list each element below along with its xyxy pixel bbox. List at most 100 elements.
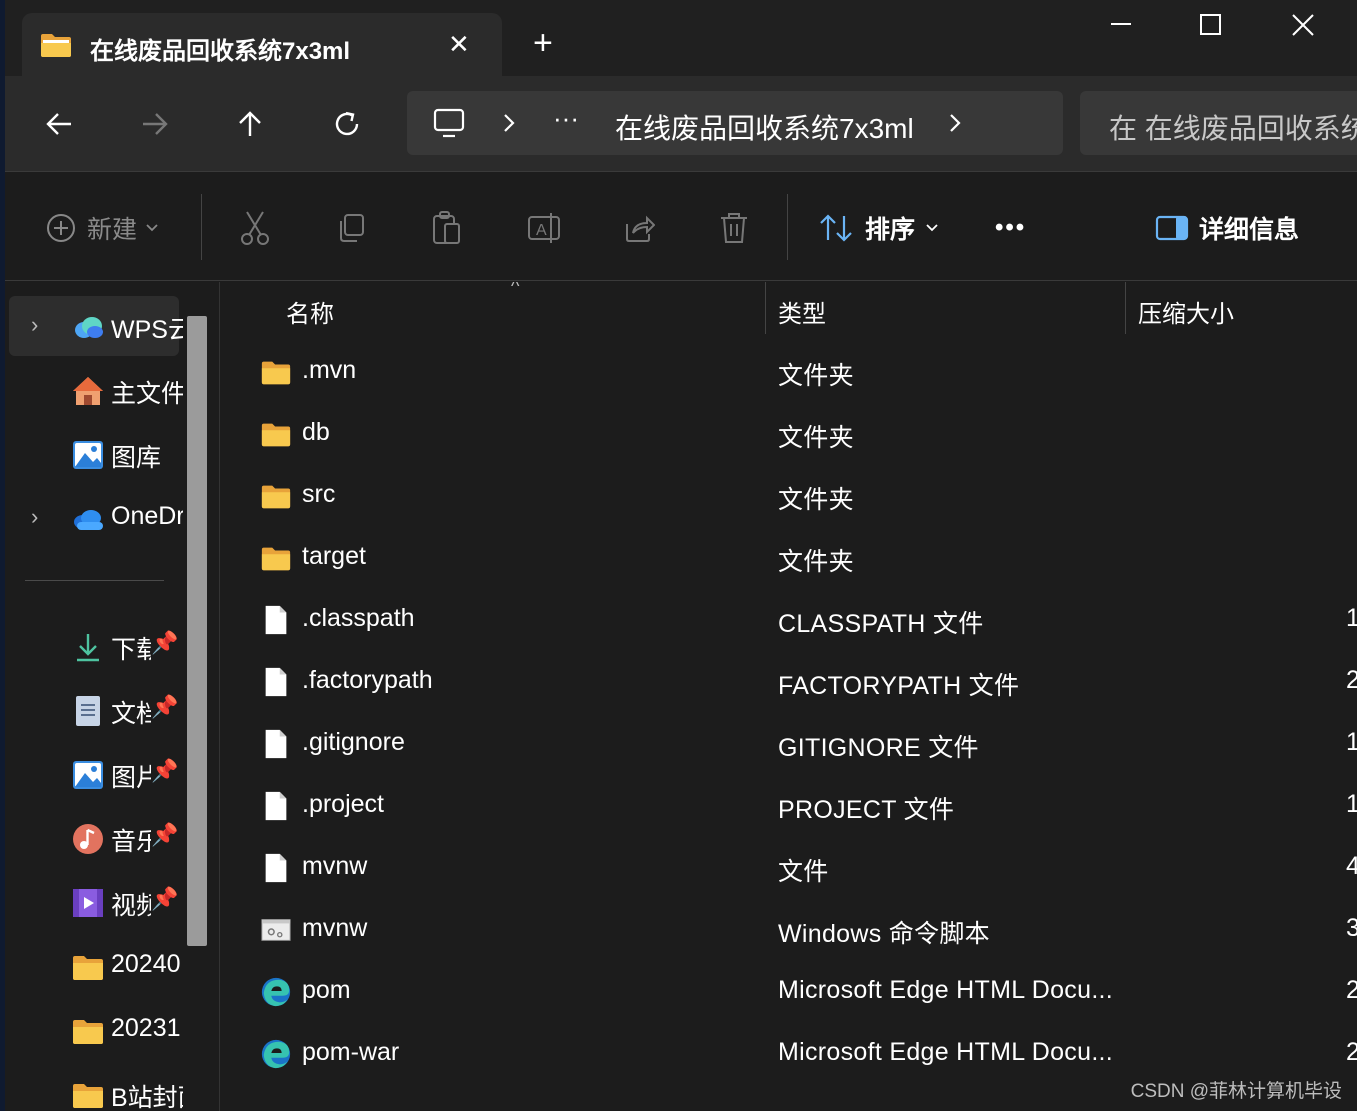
sidebar-item-onedrive[interactable]: › OneDrive	[9, 488, 183, 548]
cmd-script-icon	[260, 914, 292, 946]
file-row[interactable]: src 文件夹	[220, 466, 1357, 528]
file-name: .project	[302, 790, 384, 818]
file-type: FACTORYPATH 文件	[778, 672, 1020, 700]
breadcrumb-more-button[interactable]: ···	[553, 103, 579, 134]
forward-button[interactable]	[135, 104, 175, 144]
sort-button[interactable]: 排序	[819, 206, 939, 250]
file-row[interactable]: mvnw Windows 命令脚本 3	[220, 900, 1357, 962]
sidebar-item-videos[interactable]: 视频 📌	[9, 872, 179, 932]
column-separator[interactable]	[765, 282, 766, 334]
file-size: 4	[1346, 852, 1357, 881]
file-name: mvnw	[302, 852, 368, 880]
navigation-pane: › WPS云盘 主文件夹 图库 › OneDrive 下载 📌 文档 📌	[5, 282, 217, 1111]
arrow-left-icon	[46, 113, 71, 135]
new-button[interactable]: 新建	[45, 206, 159, 250]
music-icon	[73, 824, 103, 854]
file-type: 文件夹	[778, 362, 854, 390]
sidebar-item-label: 视频	[111, 892, 151, 920]
refresh-button[interactable]	[327, 104, 367, 144]
plus-circle-icon	[47, 214, 75, 242]
file-name: pom	[302, 976, 351, 1004]
address-bar[interactable]: ··· 在线废品回收系统7x3ml	[407, 91, 1063, 155]
cut-button[interactable]	[239, 206, 271, 250]
column-header-type[interactable]: 类型	[778, 294, 826, 346]
file-row[interactable]: pom Microsoft Edge HTML Docu... 2	[220, 962, 1357, 1024]
separator	[201, 194, 202, 260]
watermark: CSDN @菲林计算机毕设	[1130, 1081, 1342, 1102]
explorer-window: 在线废品回收系统7x3ml ✕ + ··· 在线废品回收系统7x3ml 在 在线…	[5, 0, 1357, 1111]
this-pc-icon[interactable]	[433, 107, 465, 139]
file-type: 文件夹	[778, 548, 854, 576]
paste-button[interactable]	[431, 206, 463, 250]
file-row[interactable]: .mvn 文件夹	[220, 342, 1357, 404]
file-row[interactable]: .gitignore GITIGNORE 文件 1	[220, 714, 1357, 776]
breadcrumb-current[interactable]: 在线废品回收系统7x3ml	[615, 107, 914, 147]
file-icon	[260, 790, 292, 822]
sidebar-item-label: 图库	[111, 444, 162, 472]
close-tab-icon[interactable]: ✕	[448, 29, 470, 60]
search-box[interactable]: 在 在线废品回收系统7x3ml 中搜索	[1080, 91, 1357, 155]
sort-ascending-icon: ^	[511, 282, 520, 296]
arrow-up-icon	[239, 111, 261, 136]
sidebar-item-gallery[interactable]: 图库	[9, 424, 179, 484]
tab-title: 在线废品回收系统7x3ml	[90, 38, 351, 65]
file-row[interactable]: mvnw 文件 4	[220, 838, 1357, 900]
more-options-button[interactable]: •••	[995, 206, 1026, 250]
column-header-size[interactable]: 压缩大小	[1138, 294, 1234, 346]
file-row[interactable]: .project PROJECT 文件 1	[220, 776, 1357, 838]
sidebar-item-label: B站封面	[111, 1084, 183, 1111]
details-label: 详细信息	[1199, 216, 1300, 244]
column-header-name[interactable]: 名称	[286, 294, 334, 346]
sidebar-item-home[interactable]: 主文件夹	[9, 360, 183, 420]
rename-button[interactable]: A	[527, 206, 561, 250]
file-size: 3	[1346, 914, 1357, 943]
pin-icon: 📌	[151, 758, 179, 783]
sidebar-item-documents[interactable]: 文档 📌	[9, 680, 179, 740]
sidebar-item-folder-bilibili[interactable]: B站封面	[9, 1064, 183, 1111]
chevron-down-icon	[146, 224, 158, 232]
share-button[interactable]	[623, 206, 655, 250]
separator	[787, 194, 788, 260]
title-bar: 在线废品回收系统7x3ml ✕ +	[5, 0, 1357, 76]
details-pane-button[interactable]: 详细信息	[1155, 206, 1299, 250]
sidebar-item-music[interactable]: 音乐 📌	[9, 808, 179, 868]
sidebar-item-folder-20240[interactable]: 20240	[9, 936, 181, 996]
file-row[interactable]: db 文件夹	[220, 404, 1357, 466]
file-row[interactable]: .classpath CLASSPATH 文件 1	[220, 590, 1357, 652]
file-type: 文件夹	[778, 486, 854, 514]
delete-button[interactable]	[719, 206, 749, 250]
wps-cloud-icon	[75, 317, 103, 338]
sidebar-item-folder-20231[interactable]: 20231	[9, 1000, 181, 1060]
chevron-right-icon[interactable]	[501, 113, 517, 133]
sidebar-scrollbar[interactable]	[187, 316, 207, 946]
chevron-right-icon[interactable]	[947, 113, 963, 133]
chevron-right-icon[interactable]: ›	[31, 504, 38, 530]
minimize-icon[interactable]	[1109, 10, 1133, 34]
chevron-down-icon	[926, 224, 938, 232]
file-type: PROJECT 文件	[778, 796, 955, 824]
file-icon	[260, 852, 292, 884]
close-window-icon[interactable]	[1291, 13, 1315, 37]
sidebar-item-wps-cloud[interactable]: › WPS云盘	[9, 296, 183, 356]
file-row[interactable]: .factorypath FACTORYPATH 文件 2	[220, 652, 1357, 714]
sidebar-item-pictures[interactable]: 图片 📌	[9, 744, 179, 804]
chevron-right-icon[interactable]: ›	[31, 312, 38, 338]
edge-icon	[260, 1038, 292, 1070]
file-type: Windows 命令脚本	[778, 920, 990, 948]
new-tab-button[interactable]: +	[533, 26, 553, 60]
sort-icon	[820, 214, 852, 242]
back-button[interactable]	[39, 104, 79, 144]
search-input[interactable]: 在 在线废品回收系统7x3ml 中搜索	[1109, 107, 1357, 147]
file-name: mvnw	[302, 914, 368, 942]
up-button[interactable]	[230, 104, 270, 144]
tab-active[interactable]: 在线废品回收系统7x3ml ✕	[22, 13, 502, 76]
sidebar-item-downloads[interactable]: 下载 📌	[9, 616, 179, 676]
file-type: Microsoft Edge HTML Docu...	[778, 976, 1114, 1004]
copy-button[interactable]	[335, 206, 367, 250]
maximize-icon[interactable]	[1199, 13, 1223, 37]
pin-icon: 📌	[151, 630, 179, 655]
folder-icon	[260, 356, 292, 388]
file-row[interactable]: target 文件夹	[220, 528, 1357, 590]
sidebar-item-label: OneDrive	[111, 502, 183, 530]
column-separator[interactable]	[1125, 282, 1126, 334]
